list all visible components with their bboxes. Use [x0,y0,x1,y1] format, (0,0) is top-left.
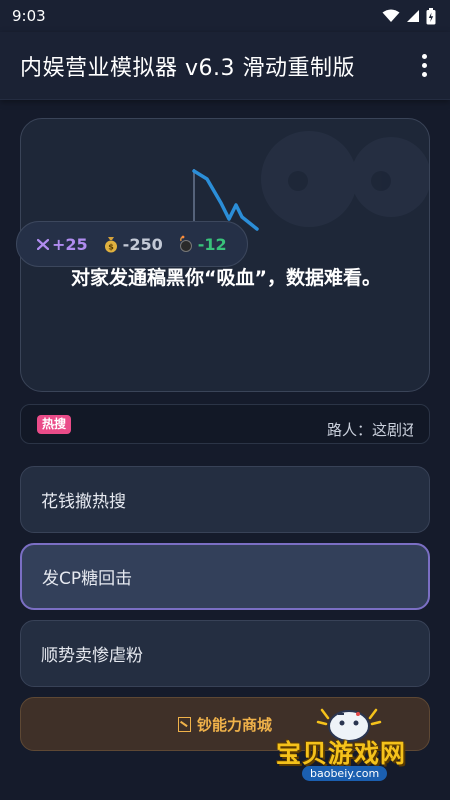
effect-reputation-value: -12 [197,234,227,254]
shop-icon [177,716,191,732]
shop-label: 钞能力商城 [196,715,272,734]
status-icons [382,7,436,25]
choice-option-1[interactable]: 花钱撤热搜 [20,466,430,533]
effects-pill: +25 $ -250 -12 [16,221,248,267]
app-title: 内娱营业模拟器 v6.3 滑动重制版 [20,55,355,81]
news-ticker-text: 路人：这剧还 [327,421,413,439]
app-bar: 内娱营业模拟器 v6.3 滑动重制版 [0,32,450,100]
status-bar: 9:03 [0,0,450,32]
hot-search-badge: 热搜 [37,415,72,434]
watermark-name: 宝贝游戏网 [276,739,407,768]
svg-text:$: $ [108,243,114,252]
choice-option-2[interactable]: 发CP糖回击 [20,543,430,610]
signal-icon [407,10,419,22]
battery-icon [426,7,436,24]
effect-fans: +25 [37,235,88,254]
fans-icon [37,238,49,250]
character-silhouette-icon [261,131,429,227]
effect-fans-value: +25 [52,234,88,254]
more-vert-icon[interactable] [412,50,436,82]
effect-money-value: -250 [122,234,163,254]
wifi-icon [382,9,400,22]
news-ticker-bar: 热搜 路人：这剧还 [20,404,430,444]
effect-money: $ -250 [102,235,163,254]
choice-option-3[interactable]: 顺势卖惨虐粉 [20,620,430,687]
money-bag-icon: $ [104,237,117,253]
effect-reputation: -12 [177,235,227,254]
watermark-url: baobeiy.com [302,766,388,781]
status-time: 9:03 [12,7,46,25]
watermark: 宝贝游戏网 baobeiy.com [270,700,430,792]
bomb-icon [179,235,192,252]
